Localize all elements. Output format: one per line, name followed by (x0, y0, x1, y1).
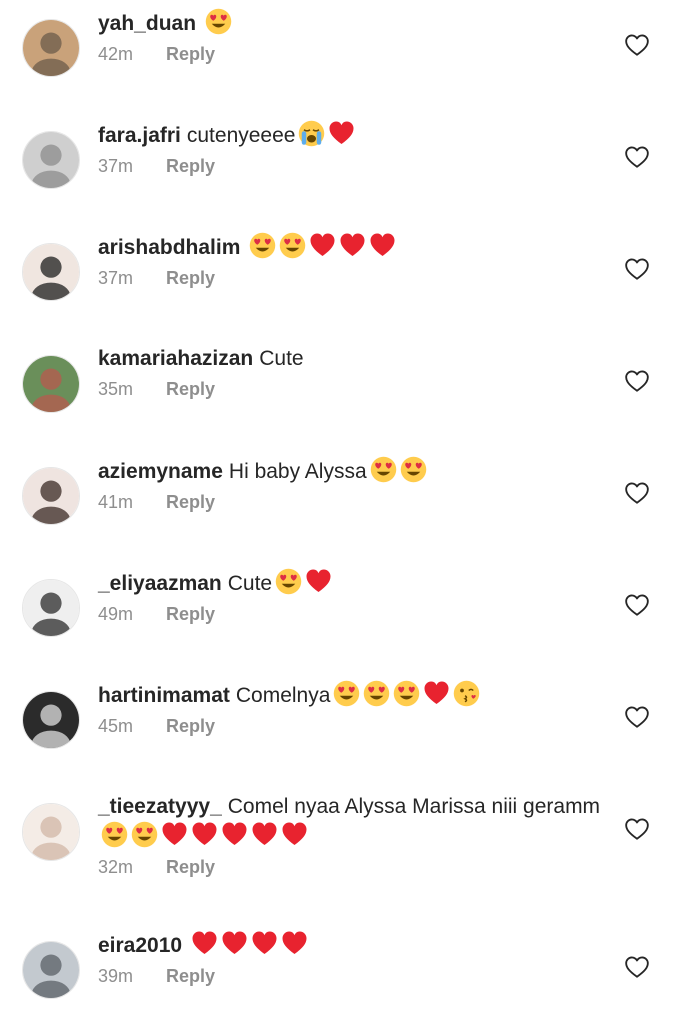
comment-text: eira2010 (98, 930, 610, 960)
comment-message: cutenyeeee (186, 124, 296, 147)
like-heart-icon[interactable] (624, 954, 650, 980)
comment-meta: 35m Reply (98, 379, 610, 400)
avatar[interactable] (22, 691, 80, 749)
comment-text: kamariahazizan Cute (98, 344, 610, 373)
comment-text: hartinimamat Comelnya (98, 680, 610, 710)
reply-button[interactable]: Reply (166, 379, 215, 399)
red-heart-emoji-icon (340, 233, 365, 256)
like-heart-icon[interactable] (624, 256, 650, 282)
comment-timestamp: 37m (98, 156, 134, 176)
comment-username[interactable]: eira2010 (98, 934, 182, 957)
heart-eyes-emoji-icon (280, 232, 306, 259)
comment-meta: 49m Reply (98, 604, 610, 625)
comment-text: yah_duan (98, 8, 610, 38)
comment-text: _eliyaazman Cute (98, 568, 610, 598)
comment-username[interactable]: fara.jafri (98, 124, 181, 147)
like-heart-icon[interactable] (624, 144, 650, 170)
comment-meta: 41m Reply (98, 492, 610, 513)
heart-eyes-emoji-icon (131, 821, 158, 848)
comment-text: _tieezatyyy_ Comel nyaa Alyssa Marissa ni… (98, 792, 610, 851)
avatar[interactable] (22, 131, 80, 189)
comment-message: Hi baby Alyssa (228, 460, 367, 483)
heart-eyes-emoji-icon (250, 232, 276, 259)
red-heart-emoji-icon (310, 233, 335, 256)
comment-username[interactable]: _eliyaazman (98, 572, 222, 595)
avatar[interactable] (22, 243, 80, 301)
red-heart-emoji-icon (162, 822, 187, 845)
red-heart-emoji-icon (282, 822, 307, 845)
reply-button[interactable]: Reply (166, 492, 215, 512)
comment-meta: 45m Reply (98, 716, 610, 737)
like-heart-icon[interactable] (624, 816, 650, 842)
red-heart-emoji-icon (222, 931, 247, 954)
avatar[interactable] (22, 941, 80, 999)
reply-button[interactable]: Reply (166, 604, 215, 624)
avatar[interactable] (22, 579, 80, 637)
comment-meta: 42m Reply (98, 44, 610, 65)
reply-button[interactable]: Reply (166, 44, 215, 64)
like-heart-icon[interactable] (624, 592, 650, 618)
comment-meta: 32m Reply (98, 857, 610, 878)
red-heart-emoji-icon (424, 681, 449, 704)
comment-timestamp: 35m (98, 379, 134, 399)
red-heart-emoji-icon (252, 931, 277, 954)
comment-timestamp: 41m (98, 492, 134, 512)
avatar[interactable] (22, 467, 80, 525)
comment-message: Cute (227, 572, 273, 595)
red-heart-emoji-icon (370, 233, 395, 256)
heart-eyes-emoji-icon (275, 568, 302, 595)
red-heart-emoji-icon (192, 931, 217, 954)
comment-meta: 37m Reply (98, 156, 610, 177)
comment-timestamp: 42m (98, 44, 134, 64)
comment-username[interactable]: _tieezatyyy_ (98, 795, 222, 818)
comment-meta: 39m Reply (98, 966, 610, 987)
reply-button[interactable]: Reply (166, 966, 215, 986)
reply-button[interactable]: Reply (166, 716, 215, 736)
crying-face-emoji-icon (299, 120, 325, 147)
avatar[interactable] (22, 803, 80, 861)
kissing-face-emoji-icon (454, 680, 480, 707)
comment-username[interactable]: yah_duan (98, 12, 196, 35)
comment-text: aziemyname Hi baby Alyssa (98, 456, 610, 486)
comment-text: fara.jafri cutenyeeee (98, 120, 610, 150)
comment-username[interactable]: kamariahazizan (98, 347, 253, 370)
reply-button[interactable]: Reply (166, 156, 215, 176)
heart-eyes-emoji-icon (101, 821, 128, 848)
comment-meta: 37m Reply (98, 268, 610, 289)
comment-message: Comelnya (235, 684, 331, 707)
comment-timestamp: 39m (98, 966, 134, 986)
red-heart-emoji-icon (306, 569, 331, 592)
comment-message: Cute (259, 347, 304, 370)
avatar[interactable] (22, 19, 80, 77)
comment-timestamp: 45m (98, 716, 134, 736)
comment-timestamp: 49m (98, 604, 134, 624)
avatar[interactable] (22, 355, 80, 413)
red-heart-emoji-icon (252, 822, 277, 845)
like-heart-icon[interactable] (624, 704, 650, 730)
heart-eyes-emoji-icon (334, 680, 360, 707)
comment-username[interactable]: arishabdhalim (98, 236, 240, 259)
comment-username[interactable]: aziemyname (98, 460, 223, 483)
comment-message: Comel nyaa Alyssa Marissa niii geramm (227, 795, 601, 818)
comment-timestamp: 37m (98, 268, 134, 288)
heart-eyes-emoji-icon (370, 456, 396, 483)
red-heart-emoji-icon (192, 822, 217, 845)
heart-eyes-emoji-icon (364, 680, 390, 707)
heart-eyes-emoji-icon (205, 8, 232, 35)
like-heart-icon[interactable] (624, 480, 650, 506)
comment-timestamp: 32m (98, 857, 134, 877)
reply-button[interactable]: Reply (166, 857, 215, 877)
red-heart-emoji-icon (282, 931, 307, 954)
comment-text: arishabdhalim (98, 232, 610, 262)
red-heart-emoji-icon (222, 822, 247, 845)
red-heart-emoji-icon (329, 121, 354, 144)
like-heart-icon[interactable] (624, 32, 650, 58)
reply-button[interactable]: Reply (166, 268, 215, 288)
heart-eyes-emoji-icon (400, 456, 426, 483)
like-heart-icon[interactable] (624, 368, 650, 394)
heart-eyes-emoji-icon (394, 680, 420, 707)
comment-username[interactable]: hartinimamat (98, 684, 230, 707)
